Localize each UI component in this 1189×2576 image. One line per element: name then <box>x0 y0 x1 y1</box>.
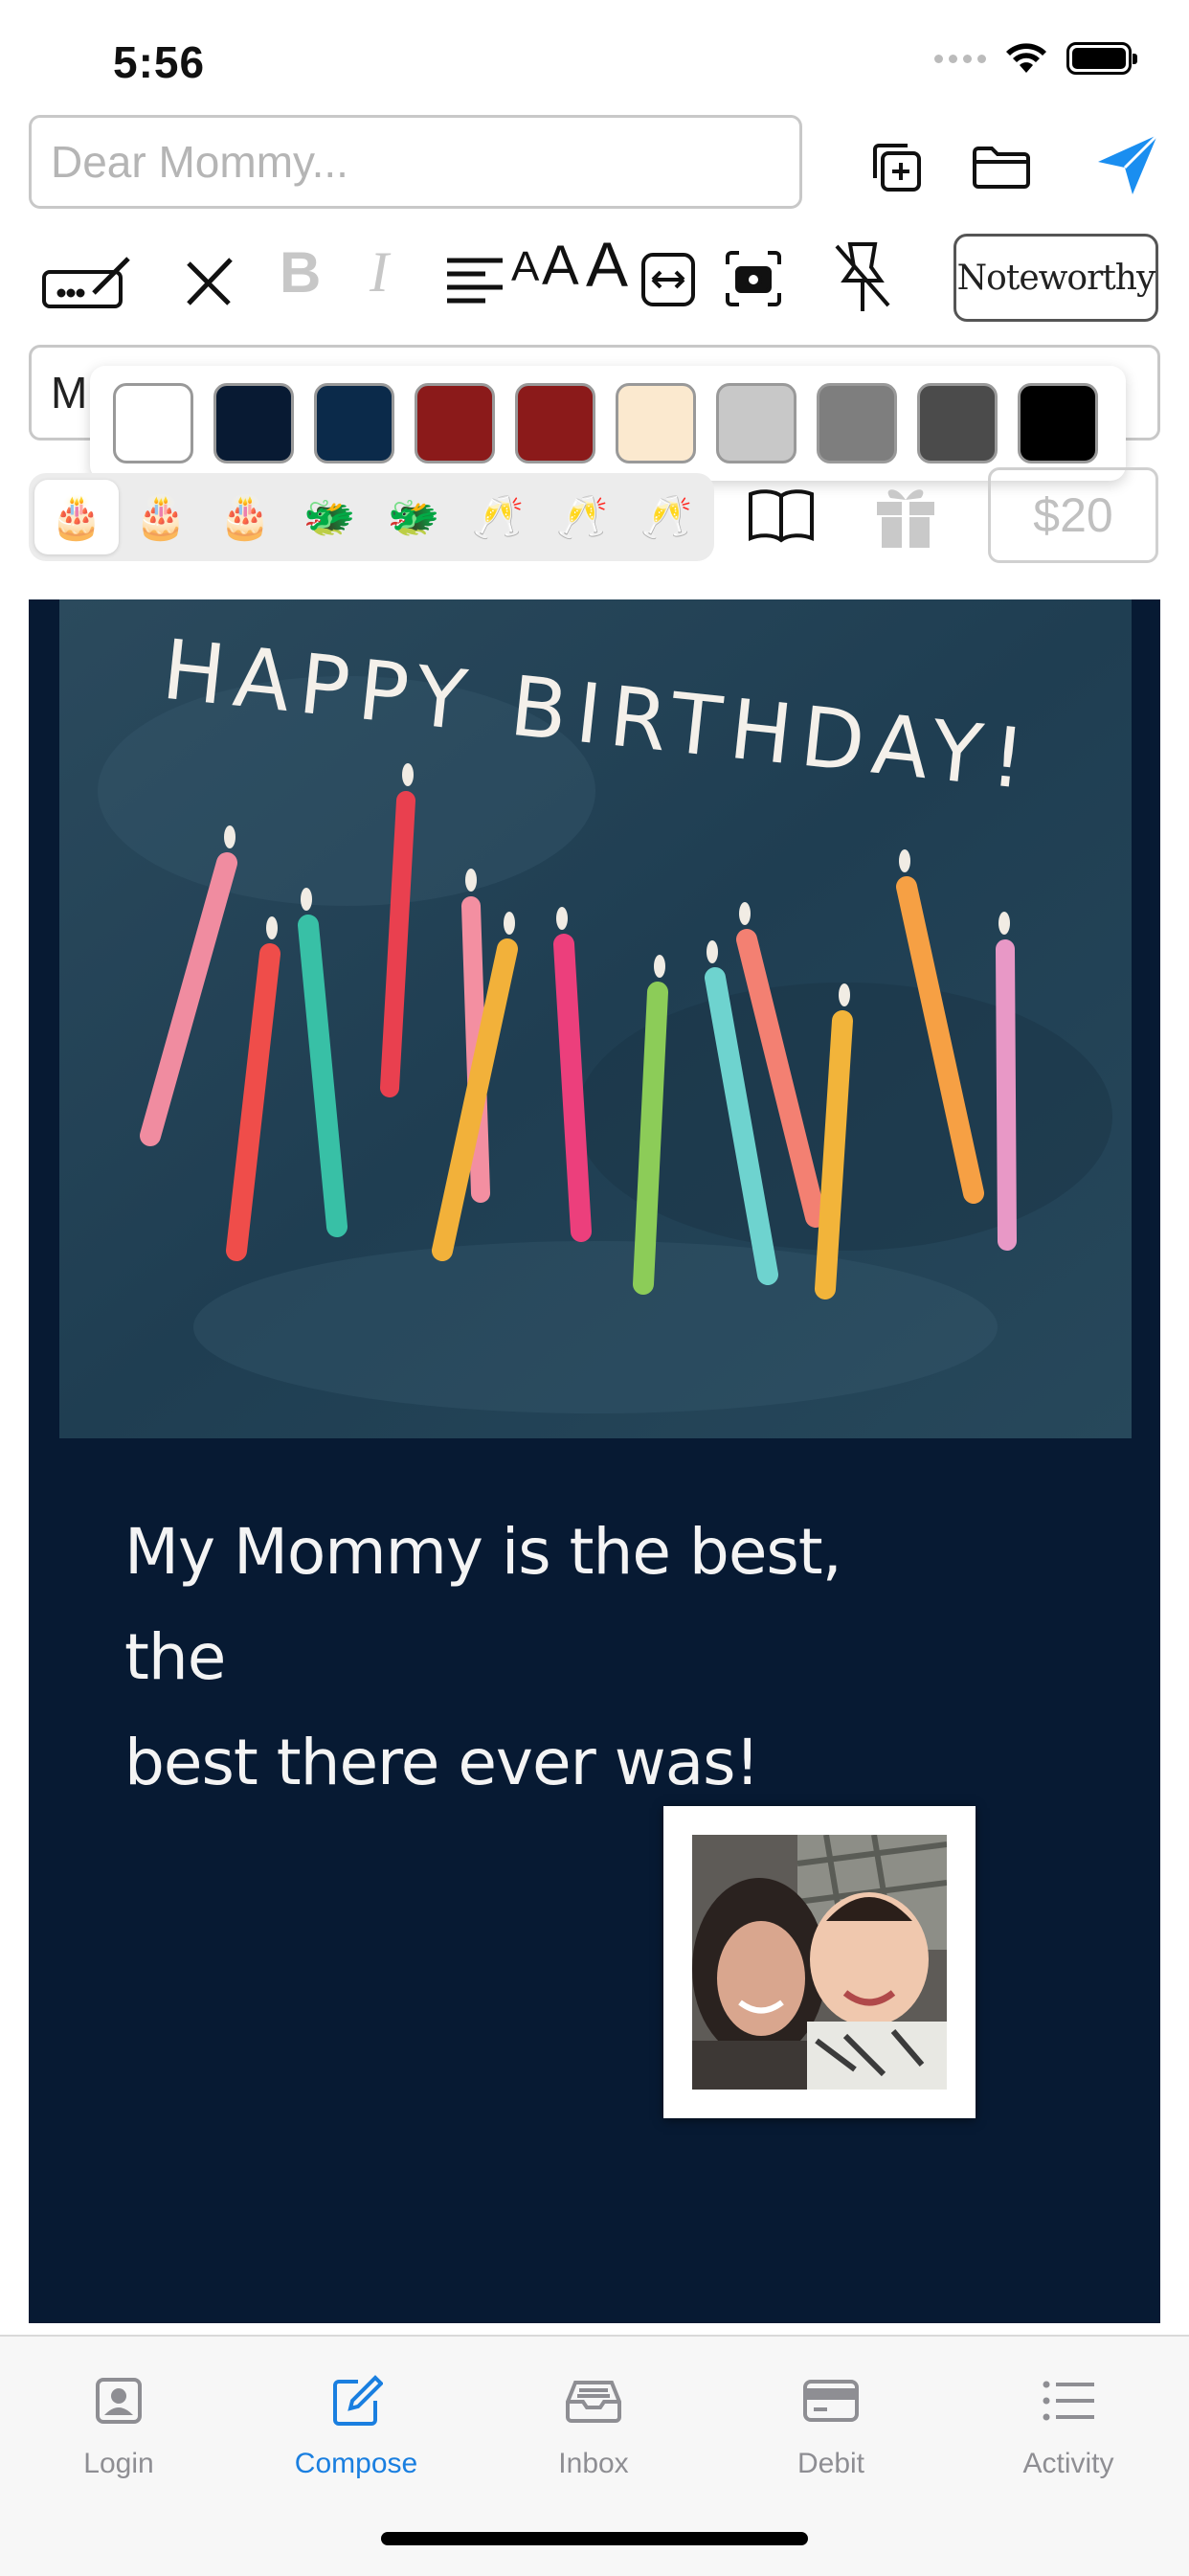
card-message-line-2: best there ever was! <box>124 1726 760 1799</box>
send-button[interactable] <box>1091 128 1164 201</box>
card-artwork: HAPPY BIRTHDAY! <box>59 599 1132 1438</box>
color-swatch[interactable] <box>213 383 294 463</box>
screenshot-button[interactable] <box>722 247 785 310</box>
card-preview: HAPPY BIRTHDAY! My Mommy is the best, th… <box>29 599 1160 2323</box>
status-icons <box>934 42 1137 75</box>
tab-label-activity: Activity <box>1022 2448 1114 2479</box>
pen-cross-icon <box>187 258 233 305</box>
card-message: My Mommy is the best, the best there eve… <box>124 1500 909 1816</box>
font-size-large-button[interactable]: A <box>586 228 628 301</box>
color-swatch[interactable] <box>716 383 796 463</box>
tab-label-debit: Debit <box>796 2448 865 2479</box>
color-swatch[interactable] <box>314 383 394 463</box>
sticker-item[interactable]: 🥂 <box>456 480 540 554</box>
color-swatch[interactable] <box>817 383 897 463</box>
align-button[interactable] <box>440 245 509 318</box>
tab-label-login: Login <box>83 2448 154 2479</box>
sticker-item[interactable]: 🎂 <box>203 480 287 554</box>
font-size-small-button[interactable]: A <box>511 243 539 291</box>
color-swatch[interactable] <box>1018 383 1098 463</box>
credit-card-icon <box>803 2380 859 2422</box>
bold-button[interactable]: B <box>280 239 321 305</box>
status-time: 5:56 <box>113 37 206 87</box>
card-photo <box>692 1835 947 2090</box>
gift-icon <box>877 489 934 548</box>
battery-icon <box>1066 42 1137 75</box>
list-icon <box>1043 2381 1094 2421</box>
wifi-icon <box>1006 43 1046 73</box>
compose-icon <box>333 2375 383 2426</box>
color-swatch[interactable] <box>917 383 998 463</box>
tab-compose[interactable]: Compose <box>237 2337 475 2499</box>
color-swatch[interactable] <box>515 383 595 463</box>
width-button[interactable] <box>638 249 699 310</box>
home-indicator <box>381 2532 808 2545</box>
card-message-line-1: My Mommy is the best, the <box>124 1515 842 1694</box>
sticker-item[interactable]: 🐲 <box>287 480 371 554</box>
duplicate-button[interactable] <box>862 132 931 201</box>
font-size-medium-button[interactable]: A <box>542 234 579 298</box>
color-swatch[interactable] <box>113 383 193 463</box>
tab-inbox[interactable]: Inbox <box>475 2337 712 2499</box>
camera-viewfinder-icon <box>726 251 781 306</box>
tab-login[interactable]: Login <box>0 2337 237 2499</box>
sticker-item[interactable]: 🎂 <box>119 480 203 554</box>
align-left-icon <box>447 258 503 304</box>
card-photo-frame[interactable] <box>663 1806 976 2118</box>
gift-amount-input[interactable]: $20 <box>988 467 1158 563</box>
pin-slash-icon <box>835 242 890 311</box>
duplicate-plus-icon <box>873 144 921 192</box>
tab-label-compose: Compose <box>294 2448 418 2479</box>
signature-pen-icon <box>42 257 130 308</box>
book-button[interactable] <box>745 479 818 552</box>
book-icon <box>749 489 814 543</box>
signature-button[interactable] <box>38 245 138 318</box>
sticker-item[interactable]: 🐲 <box>371 480 456 554</box>
unpin-button[interactable] <box>829 237 896 316</box>
tab-activity[interactable]: Activity <box>950 2337 1187 2499</box>
tab-debit[interactable]: Debit <box>712 2337 950 2499</box>
color-palette <box>90 366 1126 481</box>
resize-horizontal-icon <box>641 253 695 306</box>
paper-plane-icon <box>1098 133 1159 194</box>
sticker-picker: 🎂 🎂 🎂 🐲 🐲 🥂 🥂 🥂 <box>29 473 714 561</box>
sticker-item[interactable]: 🎂 <box>34 480 119 554</box>
clear-format-button[interactable] <box>178 245 241 318</box>
italic-button[interactable]: I <box>370 239 389 305</box>
open-folder-button[interactable] <box>967 132 1036 201</box>
color-swatch[interactable] <box>616 383 696 463</box>
tab-label-inbox: Inbox <box>558 2448 629 2479</box>
recipient-input[interactable]: Dear Mommy... <box>29 115 802 209</box>
cellular-signal-icon <box>934 54 986 63</box>
font-picker-button[interactable]: Noteworthy <box>953 234 1158 322</box>
color-swatch[interactable] <box>415 383 495 463</box>
person-badge-icon <box>96 2378 142 2424</box>
sticker-item[interactable]: 🥂 <box>540 480 624 554</box>
folder-icon <box>973 147 1030 189</box>
gift-button[interactable] <box>867 477 944 554</box>
tray-icon <box>566 2381 621 2423</box>
sticker-item[interactable]: 🥂 <box>624 480 708 554</box>
